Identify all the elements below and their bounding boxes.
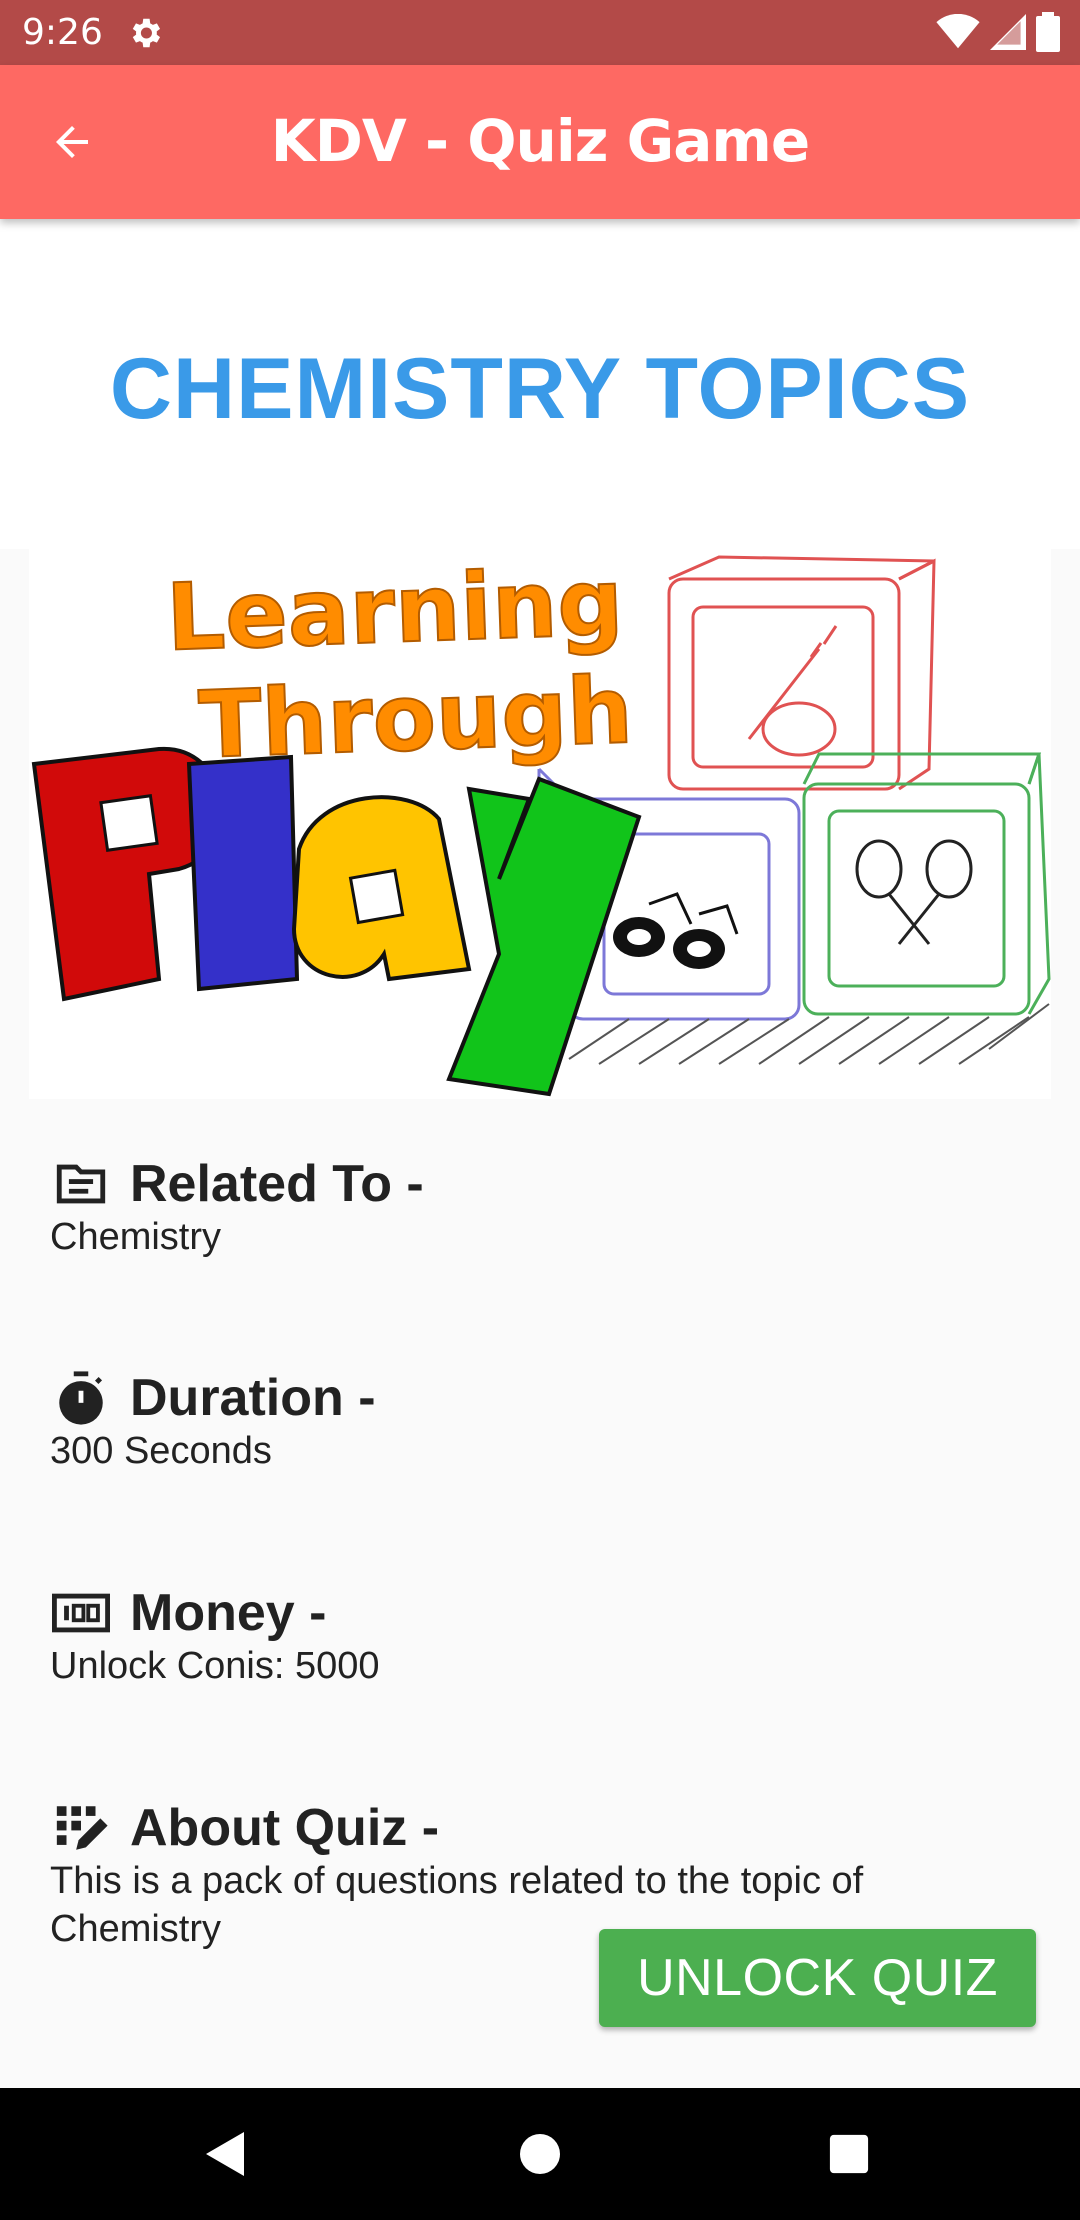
status-icons [936, 12, 1060, 52]
duration-value: 300 Seconds [50, 1430, 272, 1472]
play-letter-y [446, 776, 642, 1097]
wifi-icon [936, 14, 980, 49]
related-title: Related To - [130, 1155, 424, 1213]
timer-icon [50, 1367, 112, 1429]
settings-icon [132, 18, 161, 48]
unlock-quiz-button[interactable]: UNLOCK QUIZ [599, 1929, 1036, 2027]
about-title: About Quiz - [130, 1799, 440, 1857]
maracas-block [802, 752, 1051, 1016]
app-bar: KDV - Quiz Game [0, 65, 1080, 219]
system-nav-bar [0, 2088, 1080, 2220]
heading-area: CHEMISTRY TOPICS [0, 219, 1080, 549]
subject-icon [50, 1153, 112, 1215]
binoculars-icon [613, 892, 739, 969]
status-time: 9:26 [22, 12, 103, 53]
related-section: Related To - Chemistry [50, 1153, 1030, 1261]
quiz-banner-image: Learning Through [29, 549, 1051, 1099]
nav-recents-button[interactable] [813, 2118, 885, 2190]
banner-line1: Learning [165, 549, 625, 672]
money-value: Unlock Conis: 5000 [50, 1645, 380, 1687]
learning-through-play-illustration: Learning Through [31, 549, 1051, 1097]
maracas-icon [855, 839, 973, 945]
nav-back-button[interactable] [190, 2118, 262, 2190]
money-title: Money - [130, 1584, 327, 1642]
recents-square-icon [829, 2134, 869, 2174]
signal-icon [990, 14, 1026, 50]
money-section: Money - Unlock Conis: 5000 [50, 1582, 1030, 1690]
duration-title: Duration - [130, 1369, 376, 1427]
home-circle-icon [520, 2134, 560, 2174]
status-bar: 9:26 [0, 0, 1080, 65]
battery-icon [1036, 12, 1060, 52]
quiz-icon [50, 1797, 112, 1859]
money-icon [50, 1582, 112, 1644]
play-letter-a [291, 795, 472, 982]
app-title: KDV - Quiz Game [270, 107, 810, 175]
page-title: CHEMISTRY TOPICS [109, 341, 971, 437]
play-letter-l [186, 754, 300, 992]
nav-home-button[interactable] [504, 2118, 576, 2190]
duration-section: Duration - 300 Seconds [50, 1367, 1030, 1475]
back-triangle-icon [206, 2132, 244, 2176]
related-value: Chemistry [50, 1216, 222, 1258]
